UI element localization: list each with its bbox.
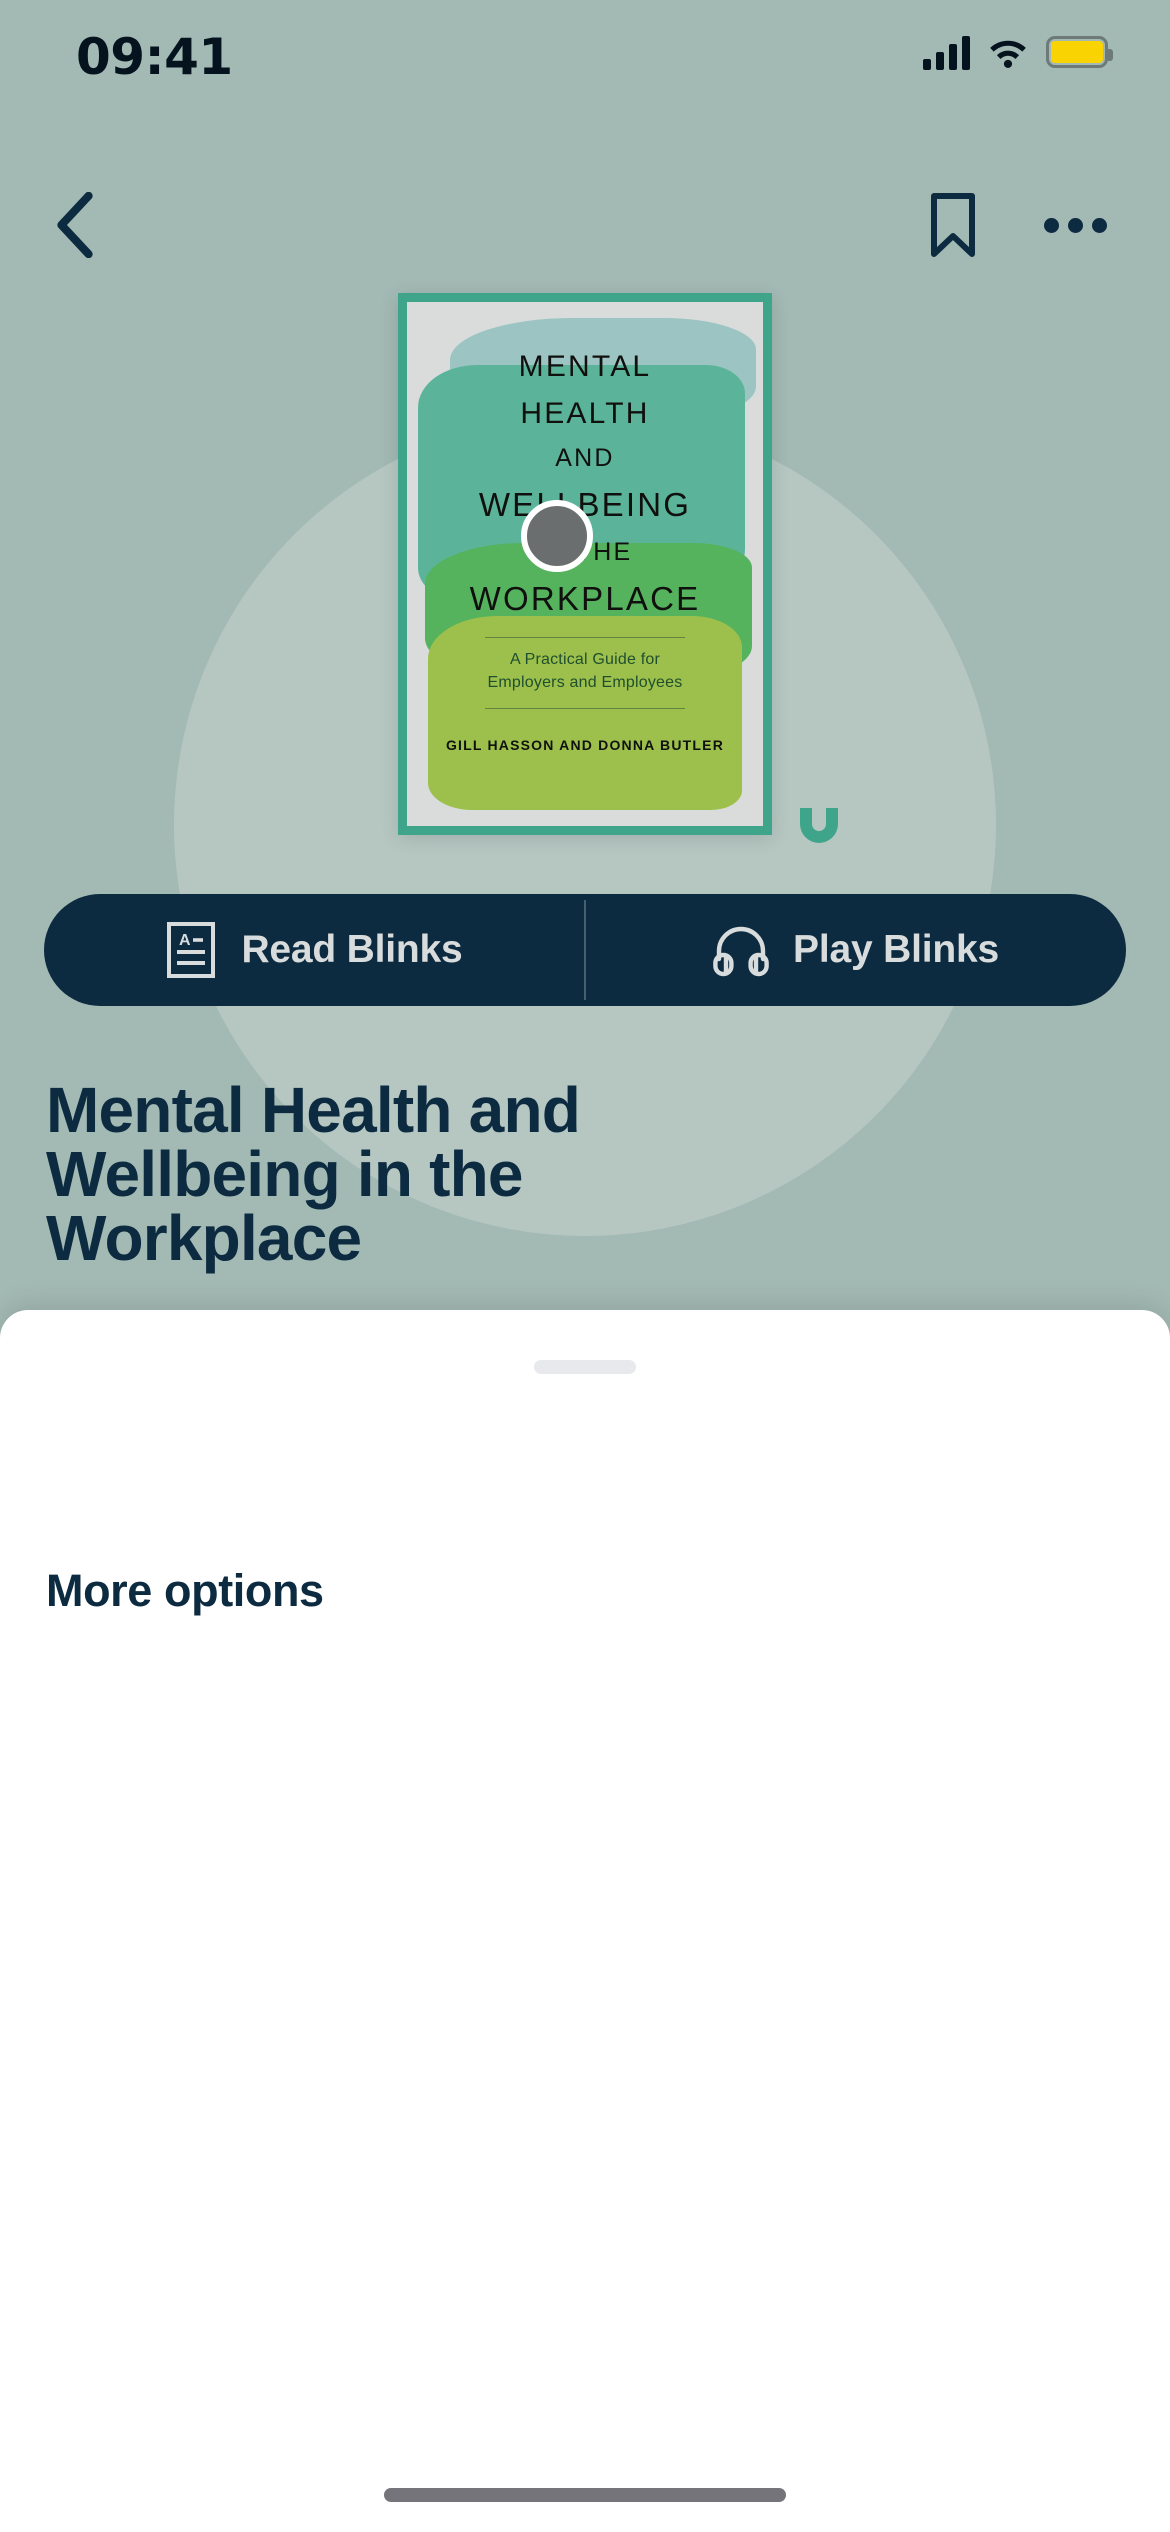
more-options-icon [1091,217,1107,233]
read-blinks-button[interactable]: A Read Blinks [44,894,584,1006]
status-bar: 09:41 [0,0,1170,132]
navigation-bar [0,170,1170,280]
cover-subtitle: A Practical Guide for Employers and Empl… [407,648,763,694]
cellular-signal-icon [923,34,970,70]
sheet-title: More options [46,1565,324,1616]
status-bar-icons [923,34,1113,70]
battery-icon [1046,36,1113,68]
play-blinks-label: Play Blinks [793,928,999,971]
bookmark-button[interactable] [898,170,1008,280]
sheet-drag-handle[interactable] [534,1360,636,1374]
phone-screen: 09:41 MENTAL HEALTH AND WELLBEING THE WO… [0,0,1170,2532]
status-bar-time: 09:41 [76,28,233,86]
chevron-left-icon [57,192,93,258]
home-indicator[interactable] [384,2488,786,2502]
cover-title-line: AND [555,444,615,473]
cover-subtitle-line: Employers and Employees [487,674,683,692]
bookmark-icon [931,193,975,257]
page-title-line: Workplace [46,1202,362,1274]
cover-authors: GILL HASSON AND DONNA BUTLER [445,736,725,753]
page-title-line: Mental Health and [46,1074,581,1146]
more-options-icon [1067,217,1083,233]
document-text-icon: A [167,922,216,978]
cover-title-line: MENTAL [518,349,652,383]
cover-subtitle-line: A Practical Guide for [509,650,661,668]
blinkist-logo-icon [790,800,848,858]
wifi-icon [990,40,1026,68]
page-title-line: Wellbeing in the [46,1138,524,1210]
page-title: Mental Health and Wellbeing in the Workp… [46,1078,966,1270]
headphones-icon [713,926,769,977]
read-blinks-label: Read Blinks [241,928,463,971]
action-buttons-pill: A Read Blinks Play Blinks [44,894,1126,1006]
touch-cursor-indicator [521,500,593,572]
back-button[interactable] [20,170,130,280]
svg-text:A: A [179,932,191,949]
more-options-sheet: Add to a Space Save to a collection [0,1310,1170,2532]
cover-title-line: HEALTH [520,396,650,430]
cover-title-line: WORKPLACE [469,580,701,618]
cover-divider [485,637,685,639]
book-cover[interactable]: MENTAL HEALTH AND WELLBEING IN THE WORKP… [398,293,772,835]
cover-divider [485,708,685,710]
more-options-button[interactable] [1020,170,1130,280]
more-options-icon [1043,217,1059,233]
play-blinks-button[interactable]: Play Blinks [586,894,1126,1006]
